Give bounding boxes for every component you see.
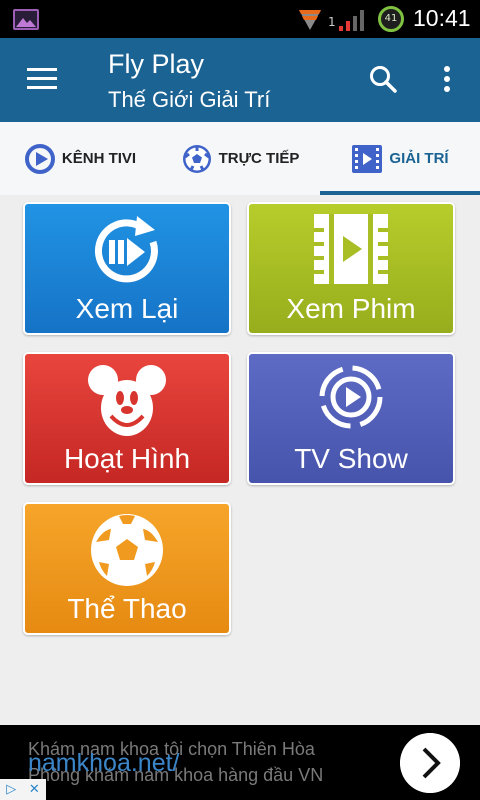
wifi-icon	[299, 10, 321, 30]
soccer-ball-icon	[91, 514, 163, 586]
status-bar: 1 41 10:41	[0, 0, 480, 38]
replay-icon	[95, 216, 158, 283]
gallery-icon	[13, 9, 39, 30]
tile-label: Xem Phim	[286, 293, 416, 324]
clock-time: 10:41	[413, 5, 471, 31]
battery-level: 41	[384, 13, 398, 24]
app-subtitle: Thế Giới Giải Trí	[108, 87, 271, 112]
tile-hoat-hinh[interactable]: Hoạt Hình	[23, 352, 231, 485]
soccer-ball-icon	[182, 144, 211, 173]
tab-label: TRỰC TIẾP	[218, 150, 300, 167]
tile-the-thao[interactable]: Thể Thao	[23, 502, 231, 635]
play-circle-icon	[24, 143, 55, 174]
tile-label: Thể Thao	[67, 593, 187, 624]
tab-giai-tri[interactable]: GIẢI TRÍ	[320, 122, 480, 195]
ad-info-badge[interactable]: ▷ ✕	[0, 779, 46, 800]
mickey-mouse-icon	[88, 365, 166, 436]
ad-banner[interactable]: Khám nam khoa tôi chọn Thiên Hòa Phòng k…	[0, 725, 480, 800]
tile-label: TV Show	[294, 443, 408, 474]
ad-arrow-button[interactable]	[400, 733, 460, 793]
film-play-icon	[314, 214, 388, 284]
film-strip-icon	[352, 144, 383, 173]
search-icon[interactable]	[368, 64, 398, 94]
more-vert-icon	[440, 66, 454, 92]
ad-url[interactable]: namkhoa.net/	[28, 749, 180, 778]
tab-label: KÊNH TIVI	[61, 150, 137, 167]
tile-tv-show[interactable]: TV Show	[247, 352, 455, 485]
ad-choices-icon: ▷	[6, 782, 17, 797]
signal-icon	[339, 10, 364, 31]
more-options-button[interactable]	[440, 66, 454, 94]
tile-label: Hoạt Hình	[63, 443, 191, 474]
app-title: Fly Play	[108, 49, 205, 79]
tab-truc-tiep[interactable]: TRỰC TIẾP	[160, 122, 320, 195]
app-bar: Fly Play Thế Giới Giải Trí	[0, 38, 480, 122]
menu-icon	[27, 68, 57, 89]
sim-label: 1	[328, 15, 336, 29]
menu-button[interactable]	[27, 68, 57, 92]
tab-label: GIẢI TRÍ	[389, 150, 449, 167]
tile-xem-lai[interactable]: Xem Lại	[23, 202, 231, 335]
ad-close-icon[interactable]: ✕	[29, 782, 40, 797]
battery-icon: 41	[378, 6, 404, 32]
tile-label: Xem Lại	[75, 293, 179, 324]
tv-show-play-icon	[319, 365, 383, 429]
tab-kenh-tivi[interactable]: KÊNH TIVI	[0, 122, 160, 195]
tab-bar: KÊNH TIVI TRỰC TIẾP GIẢI TRÍ	[0, 122, 480, 195]
tile-xem-phim[interactable]: Xem Phim	[247, 202, 455, 335]
